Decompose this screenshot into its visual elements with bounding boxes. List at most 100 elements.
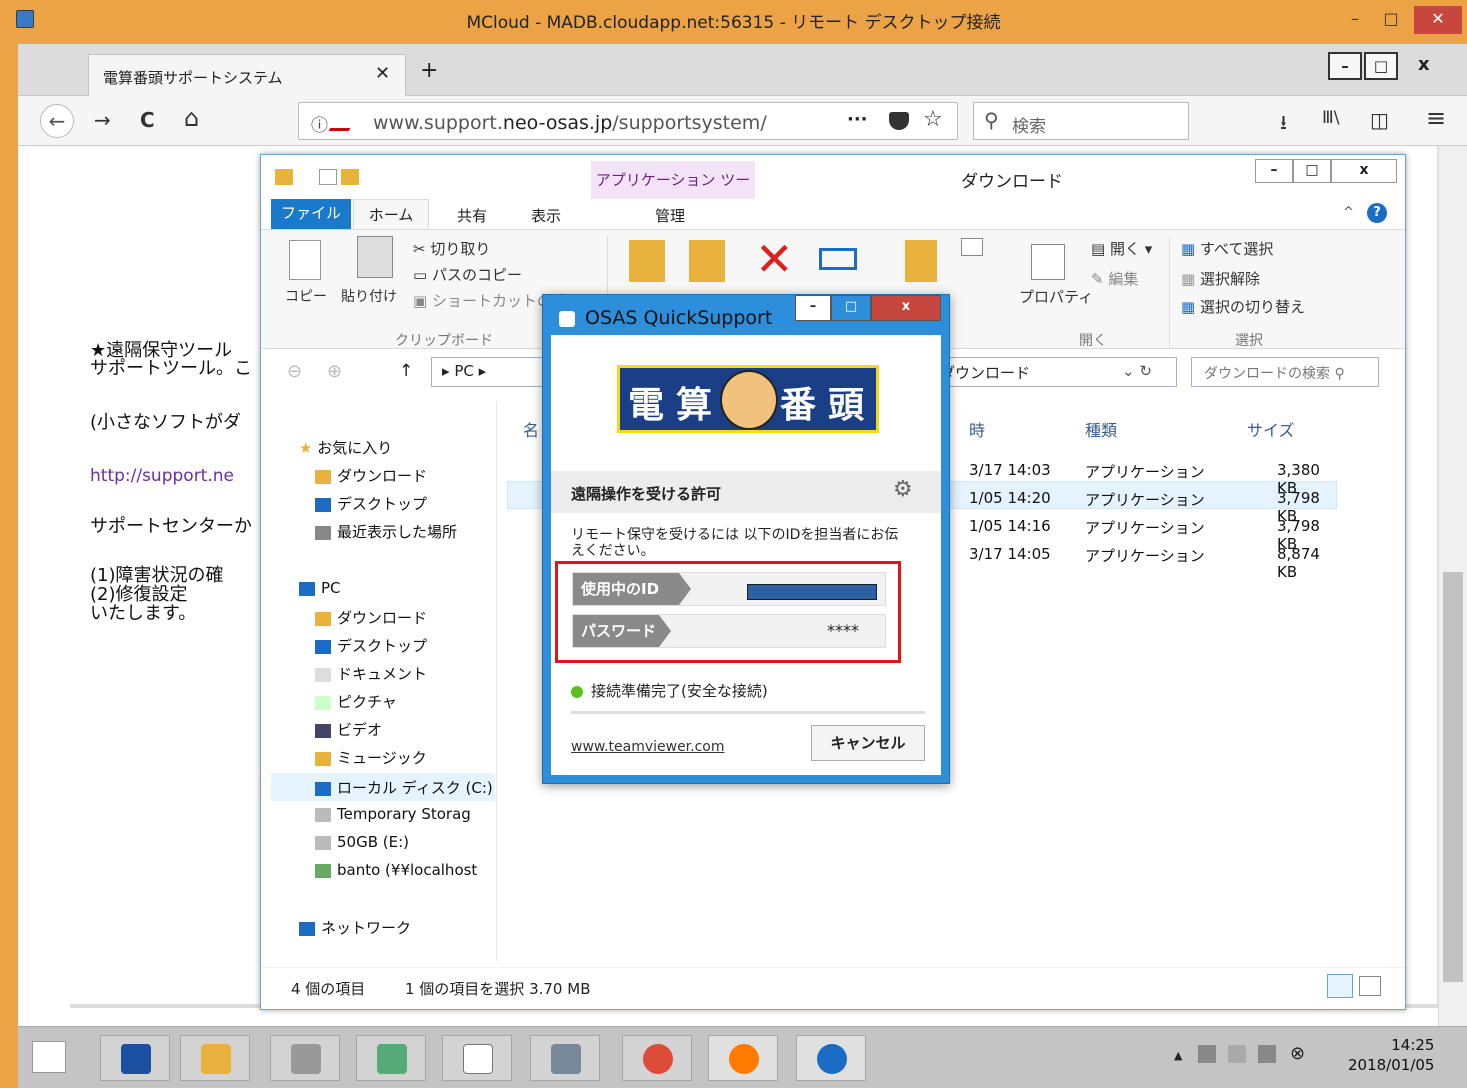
menu-icon[interactable]: ≡ <box>1426 104 1446 132</box>
nav-pc[interactable]: PC <box>299 579 341 597</box>
explorer-search-input[interactable]: ダウンロードの検索 ⚲ <box>1191 357 1379 387</box>
ime-mode-icon[interactable]: ⊗ <box>1290 1043 1305 1064</box>
nav-temp-storage[interactable]: Temporary Storag <box>315 805 471 823</box>
nav-drive-e[interactable]: 50GB (E:) <box>315 833 409 851</box>
rd-minimize-button[interactable]: – <box>1340 6 1370 34</box>
rd-close-button[interactable]: ✕ <box>1414 6 1462 34</box>
firefox-maximize-button[interactable]: □ <box>1364 52 1398 80</box>
cancel-button[interactable]: キャンセル <box>811 725 925 761</box>
gear-icon[interactable]: ⚙ <box>893 477 913 502</box>
taskbar-calc[interactable] <box>442 1035 512 1081</box>
firefox-minimize-button[interactable]: – <box>1328 52 1362 80</box>
nav-banto[interactable]: banto (¥¥localhost <box>315 861 477 879</box>
start-icon[interactable] <box>32 1041 66 1073</box>
tab-support-system[interactable]: 電算番頭サポートシステム ✕ <box>88 54 406 96</box>
taskbar-firefox[interactable] <box>708 1035 778 1081</box>
rename-icon[interactable] <box>819 248 857 270</box>
nav-videos[interactable]: ビデオ <box>315 719 382 740</box>
download-icon[interactable]: ⭳ <box>1280 108 1287 142</box>
reload-button[interactable]: C <box>140 108 155 132</box>
taskbar-archive[interactable] <box>530 1035 600 1081</box>
explorer-maximize-button[interactable]: □ <box>1293 159 1331 183</box>
new-item-icon[interactable] <box>961 238 983 256</box>
delete-icon[interactable]: ✕ <box>755 232 794 286</box>
firefox-close-button[interactable]: x <box>1418 54 1430 75</box>
search-input[interactable]: ⚲ 検索 <box>973 102 1189 140</box>
ime-icon[interactable] <box>1228 1045 1246 1063</box>
paste-icon[interactable] <box>357 236 393 278</box>
sidebar-icon[interactable]: ◫ <box>1370 108 1389 132</box>
back-icon[interactable]: ⊖ <box>287 361 302 382</box>
bookmark-star-icon[interactable]: ☆ <box>923 107 943 132</box>
qs-minimize-button[interactable]: – <box>795 295 831 321</box>
properties-icon[interactable] <box>1031 244 1065 280</box>
nav-music[interactable]: ミュージック <box>315 747 427 768</box>
library-icon[interactable]: Ⅲ\ <box>1322 108 1339 128</box>
col-type[interactable]: 種類 <box>1085 417 1117 441</box>
nav-local-disk[interactable]: ローカル ディスク (C:) <box>315 777 493 798</box>
site-info-icon[interactable]: ⓘ <box>311 111 328 136</box>
network-error-icon[interactable] <box>1198 1045 1216 1063</box>
nav-documents[interactable]: ドキュメント <box>315 663 427 684</box>
properties-label[interactable]: プロパティ <box>1019 286 1093 307</box>
large-icons-view-icon[interactable] <box>1359 976 1381 996</box>
col-size[interactable]: サイズ <box>1247 417 1295 441</box>
tray-arrow-icon[interactable]: ▲ <box>1174 1049 1182 1062</box>
taskbar-explorer[interactable] <box>180 1035 250 1081</box>
volume-icon[interactable] <box>1258 1045 1276 1063</box>
nav-favorites[interactable]: ★ お気に入り <box>299 437 392 458</box>
page-scrollbar[interactable] <box>1438 146 1467 1074</box>
teamviewer-link[interactable]: www.teamviewer.com <box>571 739 725 755</box>
col-date[interactable]: 時 <box>969 417 985 441</box>
rd-maximize-button[interactable]: □ <box>1376 6 1406 34</box>
properties-qat-icon[interactable] <box>319 169 337 185</box>
paste-label[interactable]: 貼り付け <box>341 286 397 306</box>
nav-pc-desktop[interactable]: デスクトップ <box>315 635 427 656</box>
tab-file[interactable]: ファイル <box>271 199 351 229</box>
copy-path-button[interactable]: ▭ パスのコピー <box>413 264 522 285</box>
refresh-icon[interactable]: ⌄ ↻ <box>1122 362 1152 380</box>
nav-downloads[interactable]: ダウンロード <box>315 465 427 486</box>
explorer-minimize-button[interactable]: – <box>1255 159 1293 183</box>
taskbar-chrome[interactable] <box>622 1035 692 1081</box>
scrollbar-thumb[interactable] <box>1443 572 1463 982</box>
home-button[interactable]: ⌂ <box>184 104 199 132</box>
nav-network[interactable]: ネットワーク <box>299 917 411 938</box>
ribbon-collapse-icon[interactable]: ^ <box>1343 205 1354 220</box>
col-name[interactable]: 名 <box>523 417 539 441</box>
tab-share[interactable]: 共有 <box>457 205 487 226</box>
copy-to-icon[interactable] <box>689 240 725 282</box>
help-icon[interactable]: ? <box>1367 203 1387 223</box>
tab-close-icon[interactable]: ✕ <box>375 63 390 84</box>
back-button[interactable]: ← <box>40 104 74 138</box>
new-folder-qat-icon[interactable] <box>341 169 359 185</box>
breadcrumb[interactable]: ▸ PC ▸ <box>442 362 486 380</box>
page-actions-icon[interactable]: ··· <box>847 109 868 130</box>
qs-maximize-button[interactable]: □ <box>831 295 871 321</box>
nav-pc-downloads[interactable]: ダウンロード <box>315 607 427 628</box>
tab-view[interactable]: 表示 <box>531 205 561 226</box>
qs-close-button[interactable]: x <box>871 295 941 321</box>
open-button[interactable]: ▤ 開く ▾ <box>1091 238 1152 259</box>
new-tab-button[interactable]: + <box>420 58 438 83</box>
new-folder-icon[interactable] <box>905 240 937 282</box>
nav-pictures[interactable]: ピクチャ <box>315 691 397 712</box>
pocket-icon[interactable] <box>889 112 909 130</box>
up-icon[interactable]: ↑ <box>399 361 413 381</box>
nav-recent[interactable]: 最近表示した場所 <box>315 521 457 542</box>
breadcrumb-current[interactable]: ダウンロード <box>940 362 1030 383</box>
copy-icon[interactable] <box>289 240 321 280</box>
support-link[interactable]: http://support.ne <box>90 466 234 486</box>
move-to-icon[interactable] <box>629 240 665 282</box>
taskbar-clock[interactable]: 14:25 2018/01/05 <box>1348 1035 1434 1075</box>
taskbar-powershell[interactable] <box>100 1035 170 1081</box>
taskbar-teamviewer[interactable] <box>796 1035 866 1081</box>
forward-button[interactable]: → <box>94 108 111 132</box>
cut-button[interactable]: ✂ 切り取り <box>413 238 490 259</box>
tab-home[interactable]: ホーム <box>353 199 429 230</box>
url-bar[interactable]: ⓘ www.support.neo-osas.jp/supportsystem/… <box>298 102 958 140</box>
tab-manage[interactable]: 管理 <box>655 205 685 226</box>
details-view-icon[interactable] <box>1327 974 1353 998</box>
taskbar-tools[interactable] <box>270 1035 340 1081</box>
invert-selection-button[interactable]: ▦ 選択の切り替え <box>1181 296 1305 317</box>
